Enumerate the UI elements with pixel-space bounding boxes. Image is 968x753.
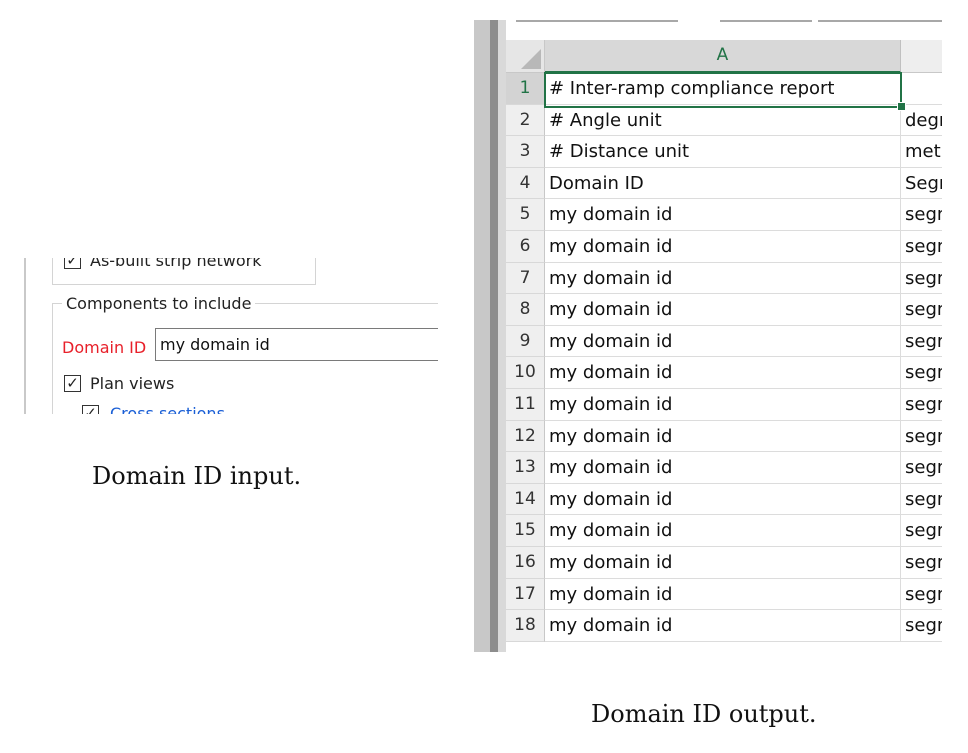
row-header[interactable]: 15 [506,515,545,547]
row-header[interactable]: 18 [506,610,545,642]
cell-b[interactable] [901,73,942,105]
row-header[interactable]: 17 [506,578,545,611]
cell-a[interactable]: my domain id [545,262,901,295]
formula-bar-area [506,20,942,40]
cell-a[interactable]: my domain id [545,515,901,547]
cell-b[interactable]: segm [901,389,942,421]
row-header[interactable]: 5 [506,199,545,231]
window-border-dark [490,20,498,652]
row-header[interactable]: 6 [506,231,545,263]
domain-id-input[interactable] [155,328,438,361]
input-caption: Domain ID input. [92,462,302,490]
column-header-b[interactable] [901,40,942,73]
cell-a[interactable]: my domain id [545,294,901,326]
cell-b[interactable]: segm [901,421,942,453]
cell-b[interactable]: segm [901,515,942,547]
cell-b[interactable]: segm [901,199,942,231]
cell-b[interactable]: segm [901,326,942,358]
cell-a[interactable]: my domain id [545,389,901,421]
cell-a[interactable]: my domain id [545,547,901,579]
row-header[interactable]: 8 [506,294,545,326]
cell-a[interactable]: my domain id [545,357,901,389]
cell-b[interactable]: metr [901,136,942,168]
row-header[interactable]: 11 [506,389,545,421]
row-header[interactable]: 12 [506,420,545,453]
row-header[interactable]: 9 [506,325,545,358]
cross-sections-label[interactable]: Cross sections [110,404,225,414]
cell-a[interactable]: my domain id [545,578,901,611]
select-all-corner-icon [521,49,541,69]
cell-a[interactable]: my domain id [545,199,901,231]
as-built-strip-network-checkbox[interactable]: ✓ [64,258,81,269]
row-header[interactable]: 4 [506,167,545,200]
row-header[interactable]: 7 [506,262,545,295]
cell-a[interactable]: my domain id [545,452,901,484]
ribbon-edge [516,20,678,22]
row-header[interactable]: 10 [506,357,545,389]
cell-b[interactable]: Segm [901,168,942,200]
column-header-a[interactable]: A [545,40,901,73]
cell-a[interactable]: # Distance unit [545,136,901,168]
cell-b[interactable]: segm [901,263,942,295]
row-header[interactable]: 1 [506,73,545,105]
cell-a[interactable]: Domain ID [545,167,901,200]
spreadsheet-crop: A 1 # Inter-ramp compliance report 2 # Angl… [474,20,942,652]
row-header[interactable]: 13 [506,452,545,484]
output-caption: Domain ID output. [591,700,817,728]
inspection-options-dialog-crop: ✓ As-built strip network Components to i… [24,258,438,414]
components-group-legend: Components to include [62,294,256,313]
fill-handle-icon[interactable] [897,102,906,111]
row-header[interactable]: 14 [506,483,545,516]
ribbon-edge [818,20,942,22]
cell-b[interactable]: segm [901,231,942,263]
cell-a[interactable]: # Inter-ramp compliance report [545,73,901,105]
cross-sections-checkbox[interactable]: ✓ [82,405,99,414]
cell-a[interactable]: # Angle unit [545,104,901,137]
plan-views-label: Plan views [90,374,175,393]
window-border-light [498,20,506,652]
cell-b[interactable]: segm [901,484,942,516]
cell-b[interactable]: segm [901,579,942,611]
cell-b[interactable]: segm [901,294,942,326]
row-header[interactable]: 3 [506,136,545,168]
row-header[interactable]: 16 [506,547,545,579]
cell-a[interactable]: my domain id [545,420,901,453]
ribbon-edge [720,20,812,22]
cell-b[interactable]: degr [901,105,942,137]
row-header[interactable]: 2 [506,104,545,137]
window-border [474,20,490,652]
as-built-strip-network-label: As-built strip network [90,258,262,270]
cell-b[interactable]: segm [901,610,942,642]
cell-a[interactable]: my domain id [545,610,901,642]
cell-b[interactable]: segm [901,452,942,484]
cell-a[interactable]: my domain id [545,483,901,516]
cell-b[interactable]: segm [901,547,942,579]
select-all-corner[interactable] [506,40,545,73]
plan-views-checkbox[interactable]: ✓ [64,375,81,392]
cell-a[interactable]: my domain id [545,325,901,358]
domain-id-label: Domain ID [62,338,147,357]
cell-a[interactable]: my domain id [545,231,901,263]
cell-b[interactable]: segm [901,357,942,389]
